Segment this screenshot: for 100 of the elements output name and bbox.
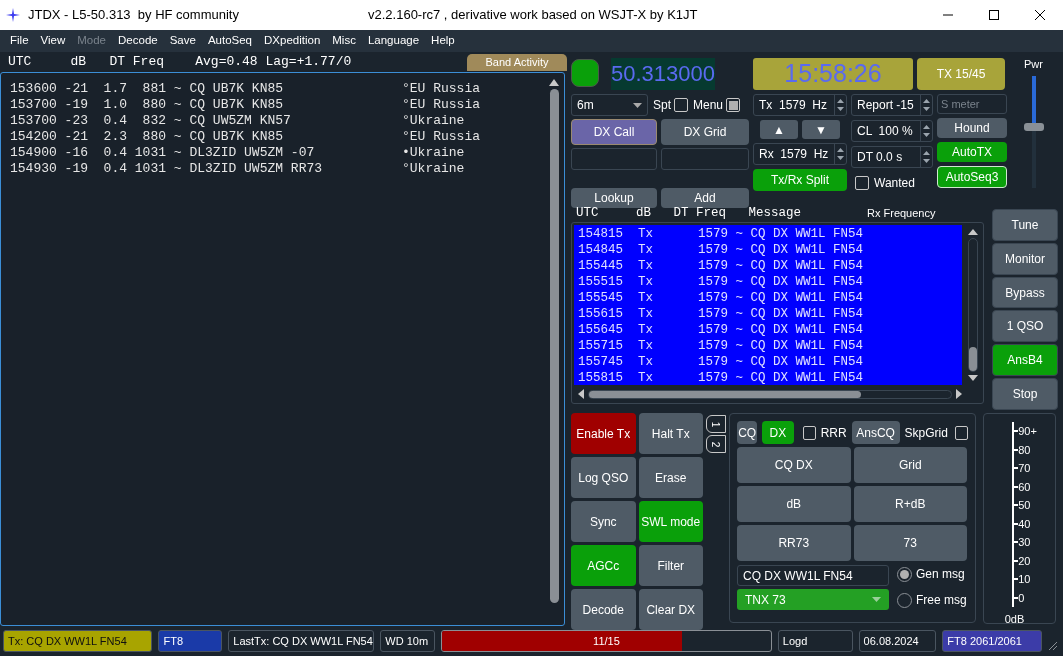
control-button[interactable]: Decode [571, 589, 636, 630]
rx-frequency-spinbox[interactable]: Rx 1579 Hz [753, 143, 847, 165]
scale-label: 40 [1018, 516, 1031, 532]
decode-text: 153600 -21 1.7 881 ~ CQ UB7K KN85 [10, 80, 285, 99]
status-field: Tx: CQ DX WW1L FN54 [3, 630, 153, 652]
anscq-button[interactable]: AnsCQ [851, 421, 900, 444]
status-field: Logd [777, 630, 853, 652]
up-button[interactable]: ▲ [760, 120, 798, 139]
radio-label: Free msg [916, 592, 967, 609]
band-dropdown[interactable]: 6m [571, 94, 648, 116]
message-row[interactable]: 154845 Tx 1579 ~ CQ DX WW1L FN54 [578, 241, 962, 257]
spin-arrows-icon[interactable] [834, 144, 846, 164]
s-meter-field[interactable]: S meter [937, 94, 1007, 114]
checkbox-label: SkpGrid [904, 424, 948, 442]
message-field[interactable]: CQ DX WW1L FN54 [737, 565, 889, 586]
checkbox[interactable] [726, 98, 741, 112]
column-header: UTC dB DT Freq Message [575, 205, 803, 223]
dt-spinbox[interactable]: DT 0.0 s [851, 146, 933, 168]
power-slider-track[interactable] [1023, 75, 1044, 188]
side-button[interactable]: Bypass [992, 276, 1058, 309]
menu-item[interactable]: Decode [118, 32, 158, 50]
message-button[interactable]: CQ DX [737, 447, 851, 483]
lookup-button[interactable]: Lookup [571, 188, 657, 208]
menu-item[interactable]: Help [431, 32, 455, 50]
menu-item[interactable]: Save [169, 32, 196, 50]
close-icon[interactable] [1034, 9, 1046, 21]
message-row[interactable]: 155645 Tx 1579 ~ CQ DX WW1L FN54 [578, 321, 962, 337]
control-button[interactable]: Erase [638, 457, 703, 498]
resize-grip-icon[interactable] [1048, 641, 1058, 651]
control-button[interactable]: Halt Tx [638, 413, 703, 454]
side-button[interactable]: Stop [992, 378, 1058, 410]
status-field: WD 10m [380, 630, 436, 652]
status-field: 06.08.2024 [858, 630, 937, 652]
menu-item[interactable]: File [10, 32, 29, 50]
menu-item[interactable]: DXpedition [264, 32, 321, 50]
control-button[interactable]: Log QSO [571, 457, 636, 498]
status-indicator [571, 59, 599, 87]
message-row[interactable]: 155515 Tx 1579 ~ CQ DX WW1L FN54 [578, 273, 962, 289]
down-button[interactable]: ▼ [802, 120, 840, 139]
meter-unit: 0dB [1004, 612, 1025, 627]
message-button[interactable]: RR73 [737, 525, 851, 561]
control-button[interactable]: Filter [638, 545, 703, 586]
tab[interactable]: 2 [706, 435, 726, 453]
menu-item[interactable]: View [40, 32, 66, 50]
message-button[interactable]: Grid [853, 447, 967, 483]
hound-button[interactable]: Hound [937, 118, 1007, 138]
menu-item[interactable]: Language [367, 32, 420, 50]
message-row[interactable]: 154815 Tx 1579 ~ CQ DX WW1L FN54 [578, 225, 962, 241]
country-text: °EU Russia [402, 128, 480, 147]
side-button[interactable]: 1 QSO [992, 310, 1058, 343]
column-header: UTC dB DT Freq Avg=0.48 Lag=+1.77/0 [7, 53, 353, 72]
add-button[interactable]: Add [661, 188, 749, 208]
menu-item[interactable]: AutoSeq [207, 32, 252, 50]
status-field: FT8 2061/2061 [942, 630, 1042, 652]
status-field: LastTx: CQ DX WW1L FN54 [228, 630, 375, 652]
spin-arrows-icon[interactable] [920, 121, 932, 141]
message-row[interactable]: 155445 Tx 1579 ~ CQ DX WW1L FN54 [578, 257, 962, 273]
message-button[interactable]: dB [737, 486, 851, 522]
scale-label: 80 [1018, 442, 1031, 458]
slider-thumb[interactable] [1023, 122, 1044, 131]
checkbox[interactable] [674, 98, 688, 112]
spin-arrows-icon[interactable] [920, 147, 932, 167]
tab[interactable]: 1 [706, 415, 726, 433]
cq-button[interactable]: CQ [737, 421, 758, 444]
version-text: v2.2.160-rc7 , derivative work based on WSJT-X by K1JT [368, 6, 698, 25]
checkbox[interactable] [855, 176, 869, 190]
maximize-icon[interactable] [988, 9, 1000, 21]
tx-frequency-spinbox[interactable]: Tx 1579 Hz [753, 94, 847, 116]
checkbox[interactable] [802, 425, 816, 440]
spin-arrows-icon[interactable] [834, 95, 846, 115]
menu-item[interactable]: Misc [332, 32, 356, 50]
decode-text: 154200 -21 2.3 880 ~ CQ UB7K KN85 [10, 128, 285, 147]
decode-text: 154930 -19 0.4 1031 ~ DL3ZID UW5ZM RR73 [10, 160, 324, 179]
message-button[interactable]: 73 [853, 525, 967, 561]
checkbox[interactable] [954, 425, 968, 440]
radio-label: Gen msg [916, 566, 965, 583]
message-row[interactable]: 155615 Tx 1579 ~ CQ DX WW1L FN54 [578, 305, 962, 321]
progress-text: 11/15 [592, 633, 621, 649]
star-logo-icon [6, 8, 20, 22]
report-spinbox[interactable]: Report -15 [851, 94, 933, 116]
message-button[interactable]: R+dB [853, 486, 967, 522]
control-button[interactable]: Sync [571, 501, 636, 542]
side-button[interactable]: Tune [992, 209, 1058, 241]
country-text: •Ukraine [402, 144, 465, 163]
cl-spinbox[interactable]: CL 100 % [851, 120, 933, 142]
decode-text: 153700 -19 1.0 880 ~ CQ UB7K KN85 [10, 96, 285, 115]
control-button[interactable]: Clear DX [638, 589, 703, 630]
control-button[interactable]: Enable Tx [571, 413, 636, 454]
dx-grid-button[interactable]: DX Grid [661, 119, 749, 145]
side-button[interactable]: Monitor [992, 242, 1058, 275]
message-row[interactable]: 155815 Tx 1579 ~ CQ DX WW1L FN54 [578, 369, 962, 385]
message-row[interactable]: 155545 Tx 1579 ~ CQ DX WW1L FN54 [578, 289, 962, 305]
message-row[interactable]: 155745 Tx 1579 ~ CQ DX WW1L FN54 [578, 353, 962, 369]
message-row[interactable]: 155715 Tx 1579 ~ CQ DX WW1L FN54 [578, 337, 962, 353]
dx-call-button[interactable]: DX Call [571, 119, 657, 145]
dx-call-field[interactable] [571, 148, 657, 170]
spin-arrows-icon[interactable] [920, 95, 932, 115]
frequency-display: 50.313000 [611, 58, 715, 90]
scale-label: 60 [1018, 479, 1031, 495]
dx-grid-field[interactable] [661, 148, 749, 170]
